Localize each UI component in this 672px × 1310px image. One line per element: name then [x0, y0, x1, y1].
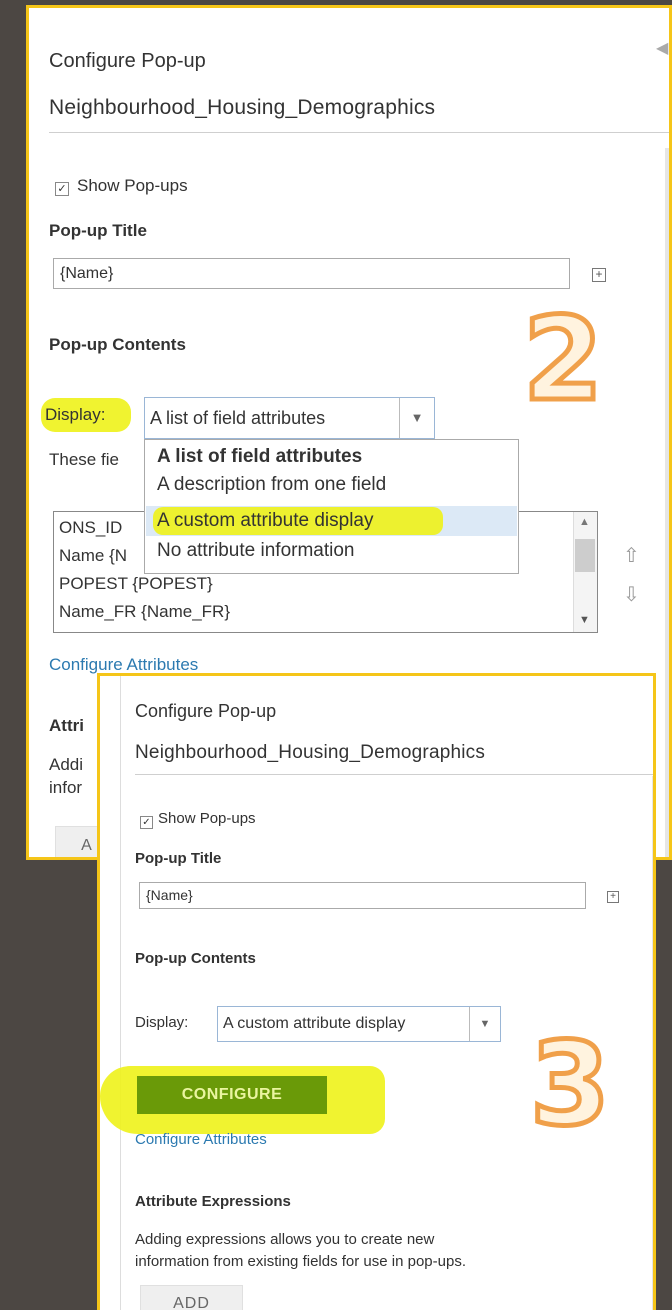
- popup-title-heading: Pop-up Title: [49, 221, 147, 240]
- expressions-desc-line2: infor: [49, 778, 83, 797]
- display-select[interactable]: A custom attribute display ▼: [217, 1006, 501, 1042]
- step-number-3: 3: [527, 1018, 612, 1152]
- list-item[interactable]: POPEST {POPEST}: [59, 574, 213, 594]
- check-icon: ✓: [57, 183, 67, 195]
- arrow-up-icon[interactable]: ⇧: [623, 543, 640, 568]
- configure-attributes-link[interactable]: Configure Attributes: [135, 1131, 267, 1148]
- show-popups-label: Show Pop-ups: [158, 810, 256, 827]
- show-popups-checkbox[interactable]: ✓: [55, 182, 69, 196]
- layer-name: Neighbourhood_Housing_Demographics: [49, 96, 436, 119]
- chevron-down-icon[interactable]: ▼: [399, 398, 434, 438]
- scroll-up-icon[interactable]: ▲: [579, 516, 590, 528]
- plus-square-icon[interactable]: +: [607, 891, 619, 903]
- add-button[interactable]: ADD: [140, 1285, 243, 1310]
- list-item[interactable]: Name_FR {Name_FR}: [59, 602, 230, 622]
- list-scroll-thumb[interactable]: [575, 539, 595, 572]
- dropdown-option[interactable]: A description from one field: [157, 474, 386, 496]
- dropdown-option[interactable]: A custom attribute display: [157, 510, 374, 532]
- expressions-desc-line1: Adding expressions allows you to create …: [135, 1231, 435, 1248]
- panel-left-edge: [120, 676, 121, 1310]
- show-popups-checkbox[interactable]: ✓: [140, 816, 153, 829]
- arrow-down-icon[interactable]: ⇩: [623, 582, 640, 607]
- panel-title: Configure Pop-up: [135, 701, 277, 721]
- panel-scrollbar[interactable]: [652, 776, 653, 1310]
- divider: [49, 132, 669, 133]
- check-icon: ✓: [142, 817, 151, 828]
- attribute-expressions-heading: Attri: [49, 716, 84, 735]
- chevron-left-icon[interactable]: ◀: [656, 38, 668, 58]
- divider: [135, 774, 653, 775]
- configure-attributes-link[interactable]: Configure Attributes: [49, 655, 198, 675]
- expressions-desc-line2: information from existing fields for use…: [135, 1253, 466, 1270]
- dropdown-option[interactable]: No attribute information: [157, 540, 355, 562]
- popup-contents-heading: Pop-up Contents: [49, 335, 186, 354]
- display-select[interactable]: A list of field attributes ▼: [144, 397, 435, 439]
- plus-square-icon[interactable]: +: [592, 268, 606, 282]
- popup-title-input[interactable]: {Name}: [53, 258, 570, 289]
- display-select-value: A custom attribute display: [223, 1015, 406, 1032]
- attribute-expressions-heading: Attribute Expressions: [135, 1193, 291, 1210]
- scroll-down-icon[interactable]: ▼: [579, 614, 590, 626]
- expressions-desc-line1: Addi: [49, 755, 84, 774]
- chevron-down-icon[interactable]: ▼: [469, 1007, 500, 1041]
- popup-title-input[interactable]: {Name}: [139, 882, 586, 909]
- panel-scrollbar[interactable]: [665, 148, 669, 857]
- display-label: Display:: [135, 1014, 189, 1031]
- popup-title-heading: Pop-up Title: [135, 850, 222, 867]
- display-select-value: A list of field attributes: [150, 408, 326, 428]
- add-button-label: A: [81, 837, 93, 854]
- display-dropdown-menu[interactable]: A list of field attributes A description…: [144, 439, 519, 574]
- display-label: Display:: [45, 405, 106, 424]
- list-item[interactable]: Name {N: [59, 546, 127, 566]
- configure-button[interactable]: CONFIGURE: [137, 1076, 327, 1114]
- popup-contents-heading: Pop-up Contents: [135, 950, 256, 967]
- show-popups-label: Show Pop-ups: [77, 176, 188, 195]
- panel-title: Configure Pop-up: [49, 50, 206, 72]
- dropdown-option[interactable]: A list of field attributes: [157, 446, 362, 468]
- list-item[interactable]: ONS_ID: [59, 518, 122, 538]
- layer-name: Neighbourhood_Housing_Demographics: [135, 742, 486, 763]
- step-number-2: 2: [520, 293, 605, 427]
- these-fields-text: These fie: [49, 450, 119, 469]
- configure-popup-panel-step3: Configure Pop-up Neighbourhood_Housing_D…: [97, 673, 656, 1310]
